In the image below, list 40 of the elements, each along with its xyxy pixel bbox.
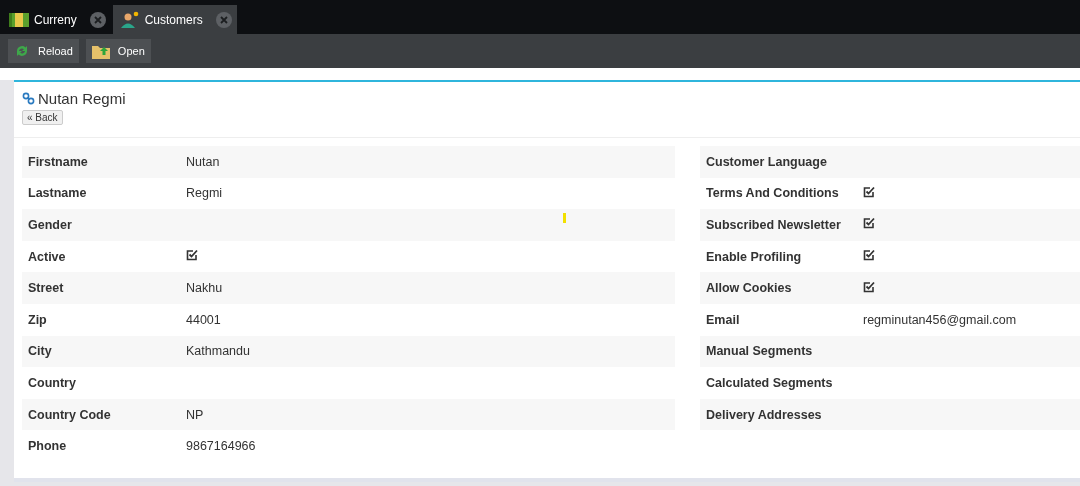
field-label: Allow Cookies [705, 281, 793, 296]
field-label: Enable Profiling [705, 249, 803, 264]
field-label: Lastname [27, 186, 88, 201]
toolbar-button[interactable]: Open [85, 39, 151, 63]
folder-icon [91, 43, 110, 59]
person-icon [119, 10, 140, 29]
cursor-mark [563, 213, 566, 223]
record-title: Nutan Regmi [38, 90, 126, 107]
toolbar-button[interactable]: Reload [8, 39, 79, 63]
field-value: Kathmandu [186, 344, 250, 359]
field-label: City [27, 344, 53, 359]
field-label: Zip [27, 312, 48, 327]
field-label: Delivery Addresses [705, 407, 823, 422]
close-icon[interactable] [215, 11, 232, 28]
field-label: Customer Language [705, 154, 828, 169]
field-label: Subscribed Newsletter [705, 218, 842, 232]
field-label: Country [27, 375, 77, 390]
back-button[interactable]: « Back [22, 110, 63, 125]
close-icon[interactable] [89, 11, 106, 28]
field-value: Nakhu [186, 281, 223, 296]
field-label: Manual Segments [705, 344, 814, 359]
field-label: Phone [27, 439, 68, 454]
field-label: Active [27, 249, 67, 264]
tab[interactable]: Customers [112, 5, 237, 34]
link-icon [22, 92, 35, 105]
field-value: regminutan456@gmail.com [863, 312, 1017, 327]
field-value: 9867164966 [186, 439, 256, 454]
banknote-icon [9, 11, 29, 28]
field-value: Regmi [186, 186, 223, 201]
field-label: Country Code [27, 407, 112, 422]
reload-icon [14, 43, 30, 59]
field-label: Calculated Segments [705, 375, 834, 390]
field-value: Nutan [186, 154, 220, 169]
field-label: Firstname [27, 154, 89, 169]
field-label: Terms And Conditions [705, 186, 840, 201]
field-label: Street [27, 281, 65, 296]
field-value: NP [186, 407, 204, 422]
field-value: 44001 [186, 312, 221, 327]
field-label: Email [705, 312, 741, 327]
field-label: Gender [27, 218, 73, 232]
